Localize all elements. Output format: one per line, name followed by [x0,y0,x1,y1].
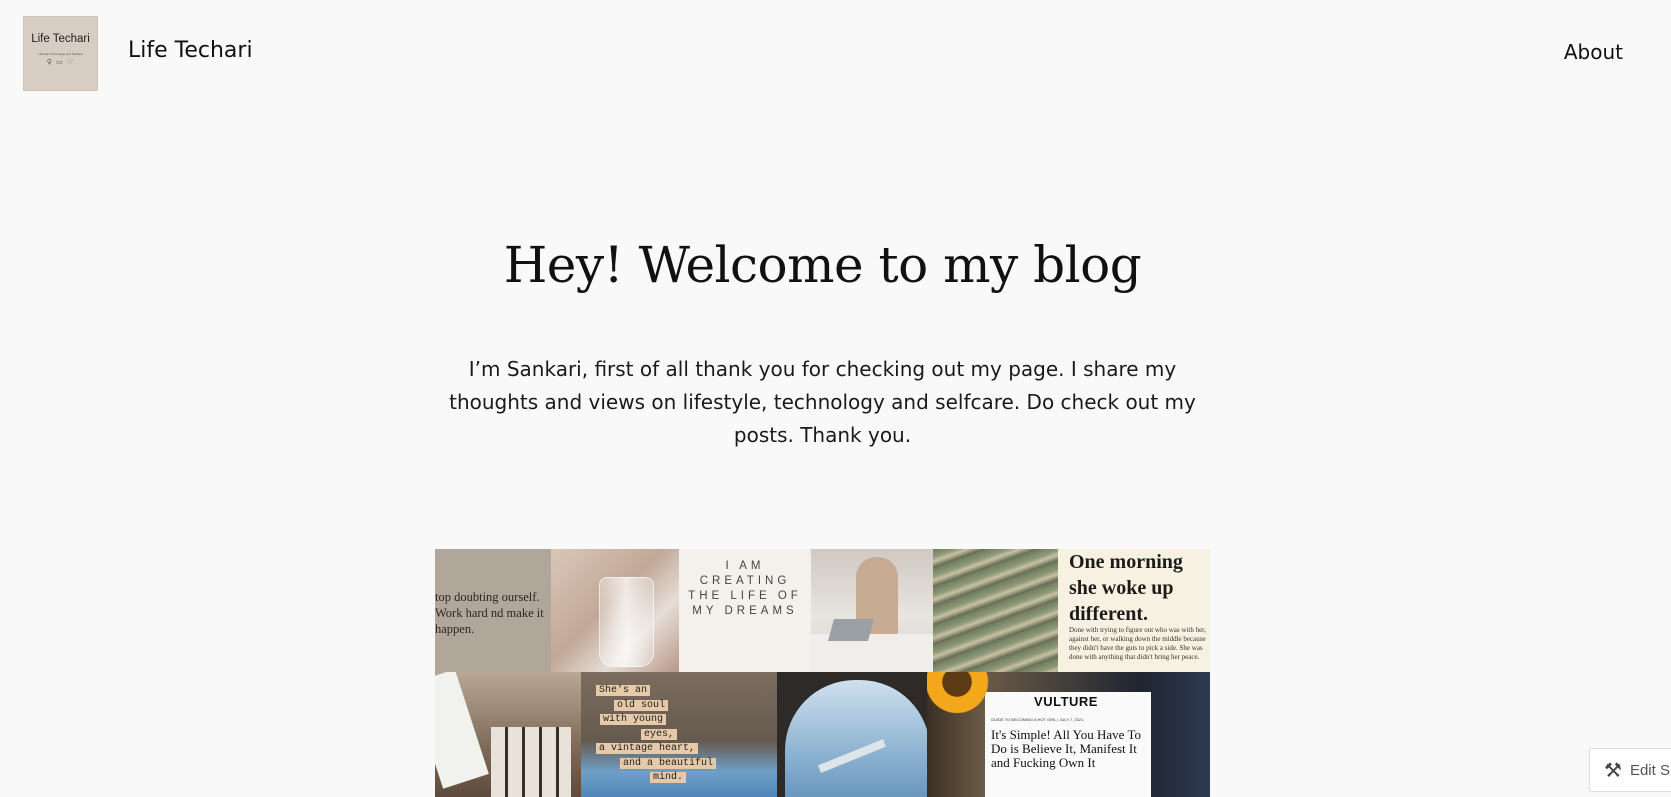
collage-tile-ticket [435,672,581,797]
site-logo[interactable]: Life Techari Lifestyle Technology and Se… [23,16,98,91]
collage-woke-body: Done with trying to figure out who was w… [1069,626,1206,661]
collage-tile-dreams: I AM CREATING THE LIFE OF MY DREAMS [679,549,811,672]
collage-quote-text: top doubting ourself. Work hard nd make … [435,590,544,636]
collage-woke-headline: One morning she woke up different. [1069,551,1183,625]
tools-icon: ⚒ [1604,759,1622,782]
logo-subtext: Lifestyle Technology and Selfcare [38,52,83,56]
vulture-masthead: VULTURE [1034,694,1098,709]
collage-tile-soul: She's an old soul with young eyes, a vin… [581,672,777,797]
collage-dreams-text: I AM CREATING THE LIFE OF MY DREAMS [688,560,802,617]
collage-tile-money [933,549,1058,672]
collage-tile-laptop [811,549,933,672]
logo-icons: ♀ ▭ ♡ [46,58,75,66]
cover-collage-image: top doubting ourself. Work hard nd make … [435,549,1210,797]
site-header: Life Techari Lifestyle Technology and Se… [0,0,1671,106]
site-title[interactable]: Life Techari [128,38,253,63]
intro-paragraph: I’m Sankari, first of all thank you for … [449,357,1196,447]
collage-tile-vulture: VULTURE GUIDE TO BECOMING A HOT GIRL | J… [927,672,1210,797]
collage-tile-quote: top doubting ourself. Work hard nd make … [435,549,551,672]
vulture-kicker: GUIDE TO BECOMING A HOT GIRL | JULY 7, 2… [991,717,1084,722]
logo-text: Life Techari [31,33,90,45]
sunflower-image [927,672,993,718]
collage-soul-lines: She's an old soul with young eyes, a vin… [596,684,717,786]
nav-link-about[interactable]: About [1564,40,1623,64]
collage-tile-plane-window [777,672,927,797]
edit-site-label: Edit S [1629,761,1670,779]
hero-title: Hey! Welcome to my blog [503,236,1142,294]
collage-tile-woke: One morning she woke up different. Done … [1058,549,1210,672]
edit-site-button[interactable]: ⚒ Edit S [1589,748,1671,792]
collage-tile-glass [551,549,679,672]
vulture-headline: It's Simple! All You Have To Do is Belie… [991,727,1141,770]
